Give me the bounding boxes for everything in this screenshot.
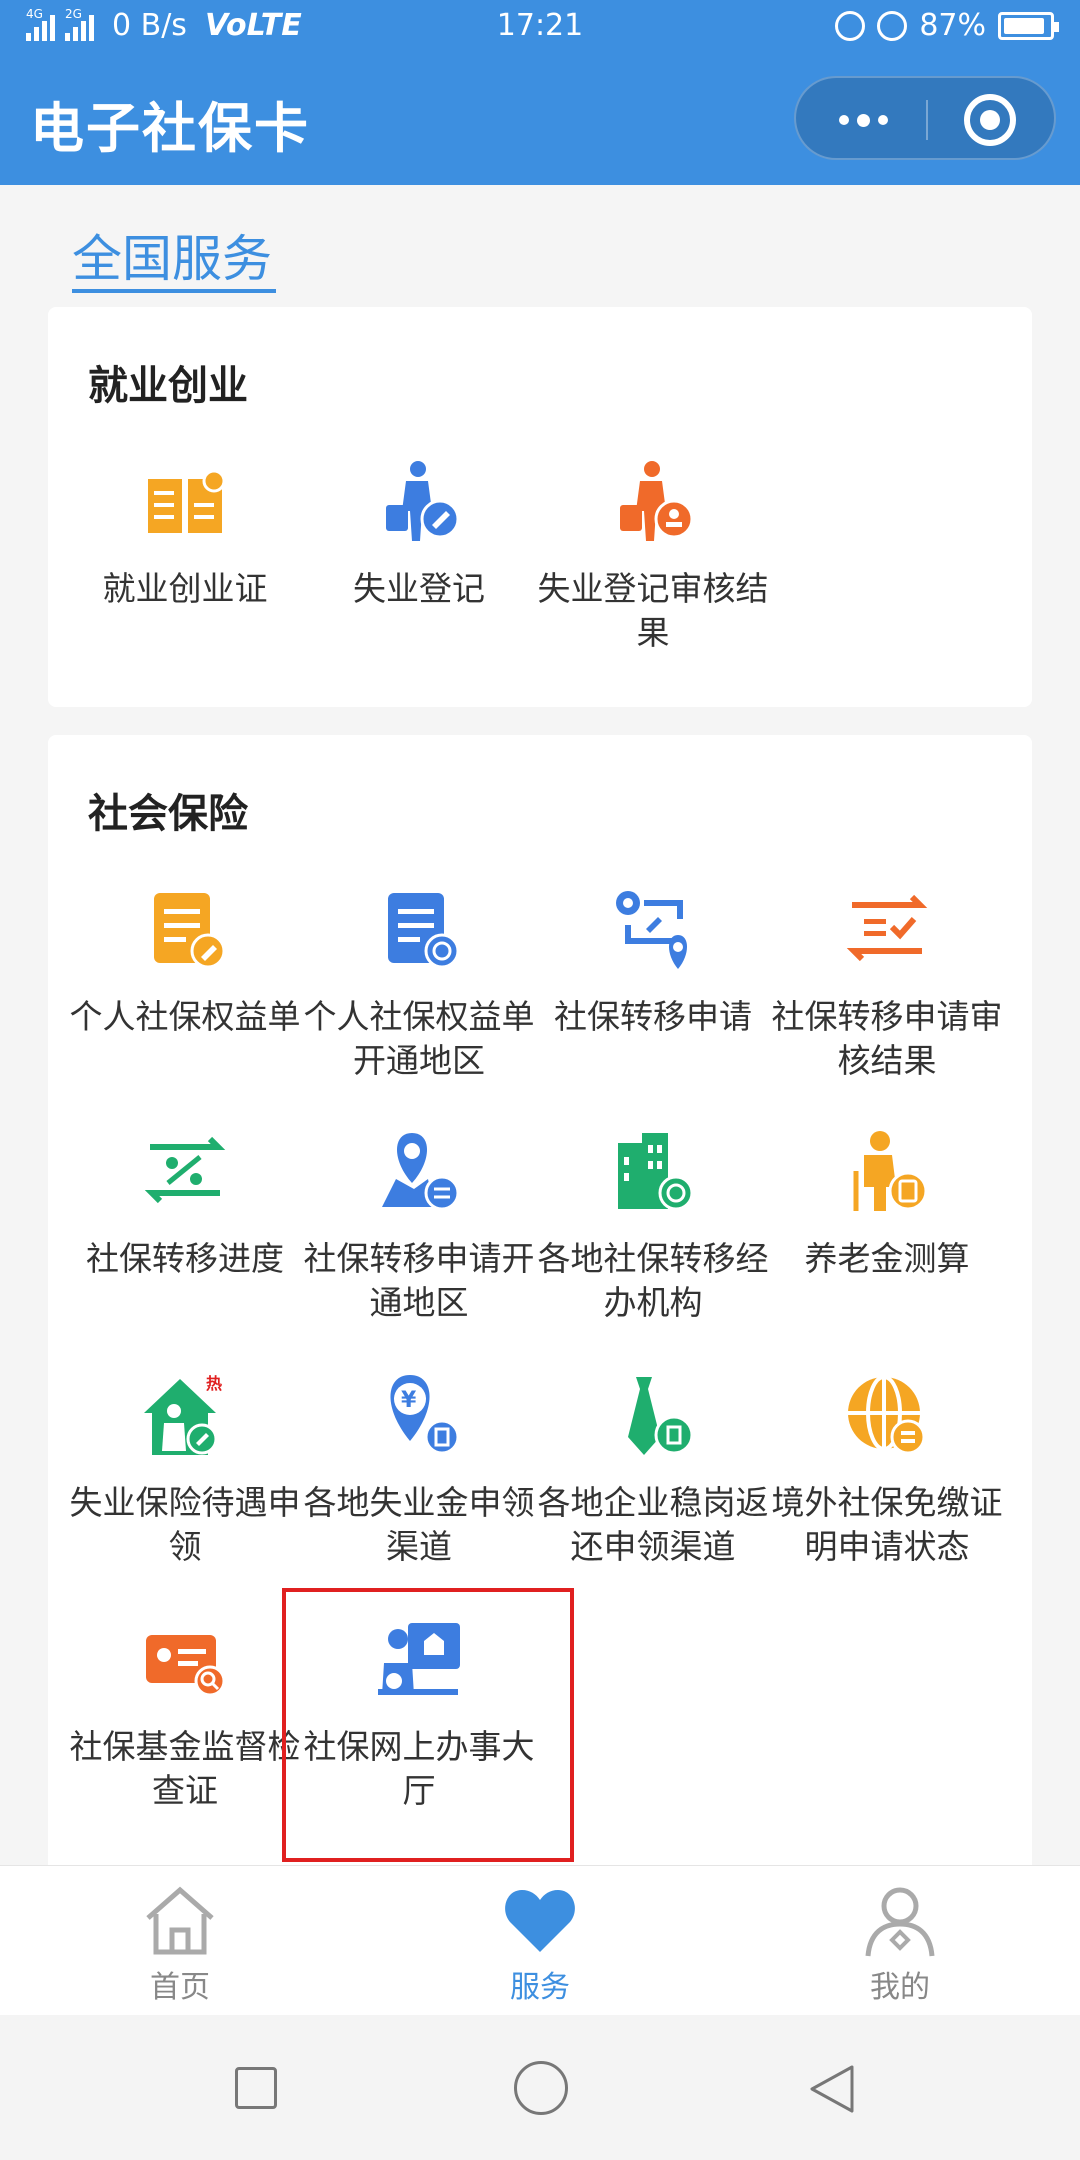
home-button[interactable] <box>440 2015 640 2160</box>
tab-mine[interactable]: 我的 <box>720 1866 1080 2016</box>
person-luggage-icon <box>374 457 464 547</box>
mini-program-capsule <box>794 76 1056 160</box>
service-item-unemployment-review-result[interactable]: 失业登记审核结果 <box>536 457 770 655</box>
service-label: 各地企业稳岗返还申领渠道 <box>537 1483 769 1566</box>
map-pin-transfer-icon <box>374 1127 464 1217</box>
person-luggage-check-icon <box>608 457 698 547</box>
service-item-transfer-progress[interactable]: 社保转移进度 <box>68 1127 302 1281</box>
recents-button[interactable] <box>155 2015 355 2160</box>
service-label: 个人社保权益单 <box>69 997 301 1036</box>
card-search-icon <box>140 1615 230 1705</box>
square-icon <box>235 2067 277 2109</box>
service-item-transfer-application-regions[interactable]: 社保转移申请开通地区 <box>302 1127 536 1325</box>
rotation-lock-icon <box>835 10 866 41</box>
service-label: 社保转移申请审核结果 <box>771 997 1003 1080</box>
card-employment: 就业创业 就业创业证 失业登记 失业登记审核结果 <box>48 307 1032 707</box>
book-icon <box>140 457 230 547</box>
page-title: 电子社保卡 <box>30 97 310 160</box>
service-item-unemployment-registration[interactable]: 失业登记 <box>302 457 536 611</box>
tab-label: 我的 <box>870 1970 930 2005</box>
service-label: 失业登记审核结果 <box>537 569 769 652</box>
service-label: 养老金测算 <box>804 1239 970 1278</box>
transfer-percent-icon <box>140 1127 230 1217</box>
tab-national-services[interactable]: 全国服务 <box>72 219 272 291</box>
close-mini-program-button[interactable] <box>964 94 1016 146</box>
service-item-unemployment-benefit-claim[interactable]: 热 失业保险待遇申领 <box>68 1371 302 1569</box>
service-item-rights-statement-regions[interactable]: 个人社保权益单开通地区 <box>302 885 536 1083</box>
title-bar: 电子社保卡 <box>0 56 1080 185</box>
home-icon <box>140 1880 220 1960</box>
svg-text:¥: ¥ <box>401 1388 417 1413</box>
tab-home[interactable]: 首页 <box>0 1866 360 2016</box>
circle-icon <box>514 2061 568 2115</box>
service-item-fund-supervision-certificate[interactable]: 社保基金监督检查证 <box>68 1615 302 1813</box>
card-title: 就业创业 <box>88 363 248 409</box>
tab-label: 服务 <box>510 1970 570 2005</box>
service-item-overseas-exemption-status[interactable]: 境外社保免缴证明申请状态 <box>770 1371 1004 1569</box>
service-item-transfer-review-result[interactable]: 社保转移申请审核结果 <box>770 885 1004 1083</box>
service-item-unemployment-fund-channels[interactable]: ¥ 各地失业金申领渠道 <box>302 1371 536 1569</box>
bottom-tab-bar: 首页 服务 我的 <box>0 1865 1080 2015</box>
service-item-employment-certificate[interactable]: 就业创业证 <box>68 457 302 611</box>
top-bar: 4G 2G 0 B/s VoLTE 17:21 87% 电子社保卡 <box>0 0 1080 185</box>
battery-percent: 87% <box>919 8 986 43</box>
service-item-job-stability-refund-channels[interactable]: 各地企业稳岗返还申领渠道 <box>536 1371 770 1569</box>
more-options-button[interactable] <box>828 78 898 162</box>
service-label: 社保基金监督检查证 <box>69 1727 301 1810</box>
service-item-transfer-agencies[interactable]: 各地社保转移经办机构 <box>536 1127 770 1325</box>
triangle-back-icon <box>810 2065 854 2113</box>
service-label: 社保转移申请 <box>554 997 752 1036</box>
system-nav-bar <box>0 2015 1080 2160</box>
card-title: 社会保险 <box>88 791 248 837</box>
elder-calculator-icon <box>842 1127 932 1217</box>
service-label: 个人社保权益单开通地区 <box>303 997 535 1080</box>
house-person-hot-icon: 热 <box>140 1371 230 1461</box>
user-icon <box>860 1880 940 1960</box>
service-label: 境外社保免缴证明申请状态 <box>771 1483 1003 1566</box>
tie-coin-icon <box>608 1371 698 1461</box>
service-label: 各地失业金申领渠道 <box>303 1483 535 1566</box>
service-item-pension-calculation[interactable]: 养老金测算 <box>770 1127 1004 1281</box>
building-globe-icon <box>608 1127 698 1217</box>
tab-label: 首页 <box>150 1970 210 2005</box>
service-label: 社保转移申请开通地区 <box>303 1239 535 1322</box>
status-bar: 4G 2G 0 B/s VoLTE 17:21 87% <box>0 0 1080 56</box>
service-item-transfer-application[interactable]: 社保转移申请 <box>536 885 770 1039</box>
highlight-box <box>282 1588 574 1862</box>
document-edit-icon <box>140 885 230 975</box>
globe-document-icon <box>842 1371 932 1461</box>
service-item-personal-rights-statement[interactable]: 个人社保权益单 <box>68 885 302 1039</box>
service-label: 失业保险待遇申领 <box>69 1483 301 1566</box>
service-label: 失业登记 <box>353 569 485 608</box>
battery-icon <box>998 11 1059 40</box>
document-globe-icon <box>374 885 464 975</box>
service-label: 社保转移进度 <box>86 1239 284 1278</box>
tab-underline <box>72 289 276 293</box>
heart-icon <box>500 1880 580 1960</box>
svg-text:热: 热 <box>206 1374 222 1393</box>
yuan-pin-icon: ¥ <box>374 1371 464 1461</box>
alarm-icon <box>877 10 908 41</box>
transfer-location-icon <box>608 885 698 975</box>
transfer-check-icon <box>842 885 932 975</box>
service-label: 就业创业证 <box>102 569 268 608</box>
back-button[interactable] <box>728 2015 928 2160</box>
tab-services[interactable]: 服务 <box>360 1866 720 2016</box>
service-label: 各地社保转移经办机构 <box>537 1239 769 1322</box>
